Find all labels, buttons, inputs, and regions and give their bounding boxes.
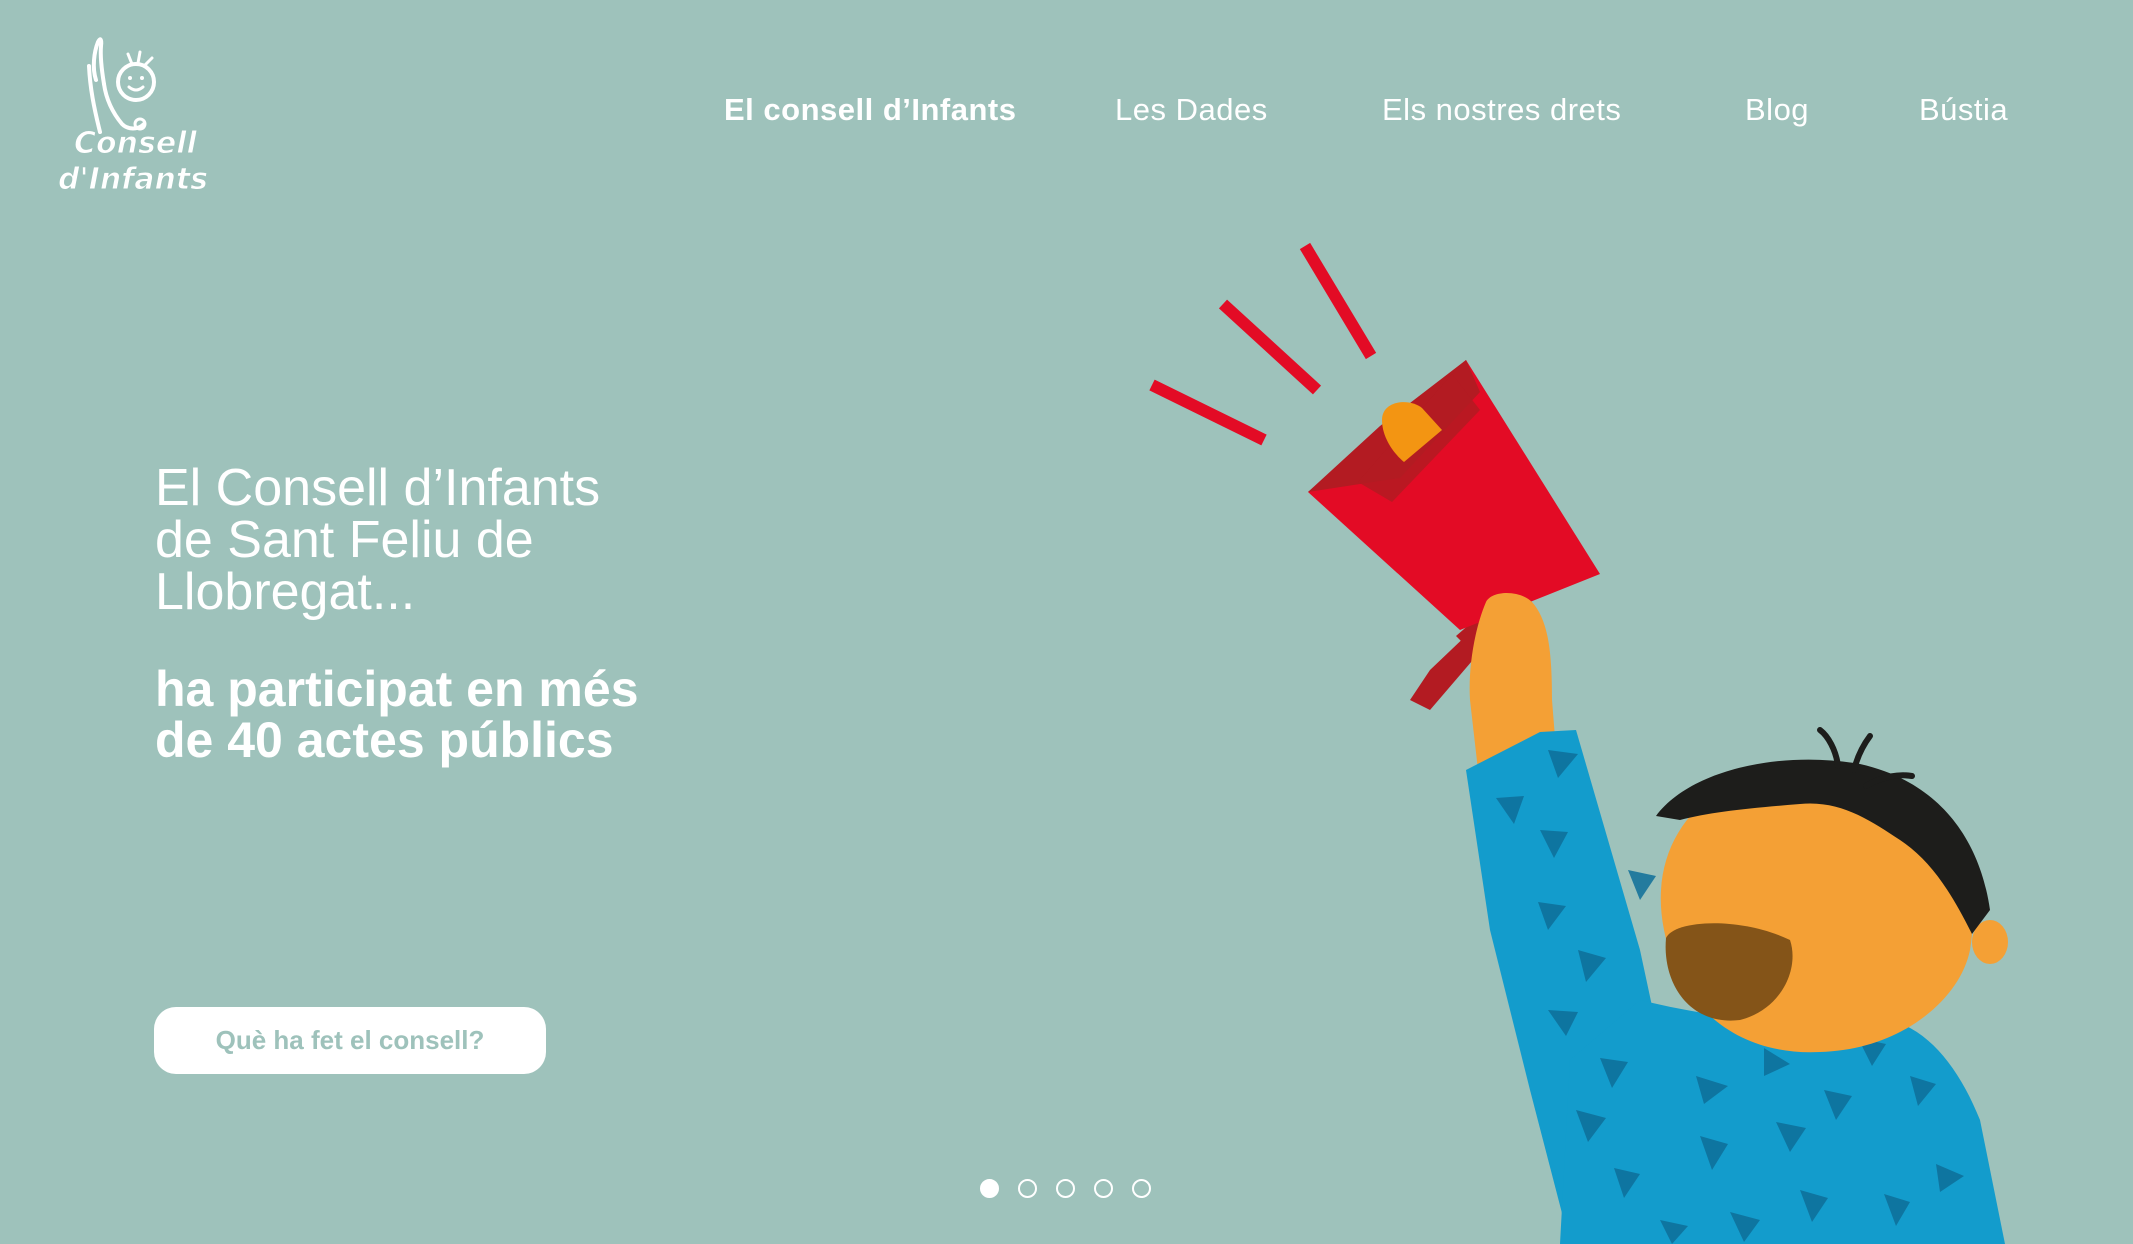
hero-title-line: Llobregat...	[155, 563, 416, 621]
hero-title-line: El Consell d’Infants	[155, 459, 601, 517]
nav-item-bustia[interactable]: Bústia	[1919, 92, 2008, 128]
sound-lines-icon	[1149, 242, 1377, 446]
nav-item-els-nostres-drets[interactable]: Els nostres drets	[1382, 92, 1621, 128]
hero-title: El Consell d’Infants de Sant Feliu de Ll…	[155, 462, 775, 618]
hero-subtitle-line: ha participat en més	[155, 661, 639, 717]
hero-subtitle: ha participat en més de 40 actes públics	[155, 664, 775, 766]
nav-item-les-dades[interactable]: Les Dades	[1115, 92, 1268, 128]
child-megaphone-illustration	[1149, 242, 2008, 1244]
logo-text-line2: d'Infants	[57, 162, 209, 198]
nav-item-el-consell[interactable]: El consell d’Infants	[724, 92, 1017, 128]
nav-item-blog[interactable]: Blog	[1745, 92, 1809, 128]
megaphone-icon	[1308, 360, 1600, 710]
hero-subtitle-line: de 40 actes públics	[155, 712, 614, 768]
what-has-the-council-done-button[interactable]: Què ha fet el consell?	[154, 1007, 546, 1074]
carousel-dot-1[interactable]	[980, 1179, 999, 1198]
main-navigation: El consell d’Infants Les Dades Els nostr…	[0, 92, 2133, 132]
carousel-dot-3[interactable]	[1056, 1179, 1075, 1198]
hero-title-line: de Sant Feliu de	[155, 511, 534, 569]
carousel-dot-2[interactable]	[1018, 1179, 1037, 1198]
home-page: Consell d'Infants El consell d’Infants L…	[0, 0, 2133, 1244]
child-face-icon	[1656, 727, 2008, 1053]
